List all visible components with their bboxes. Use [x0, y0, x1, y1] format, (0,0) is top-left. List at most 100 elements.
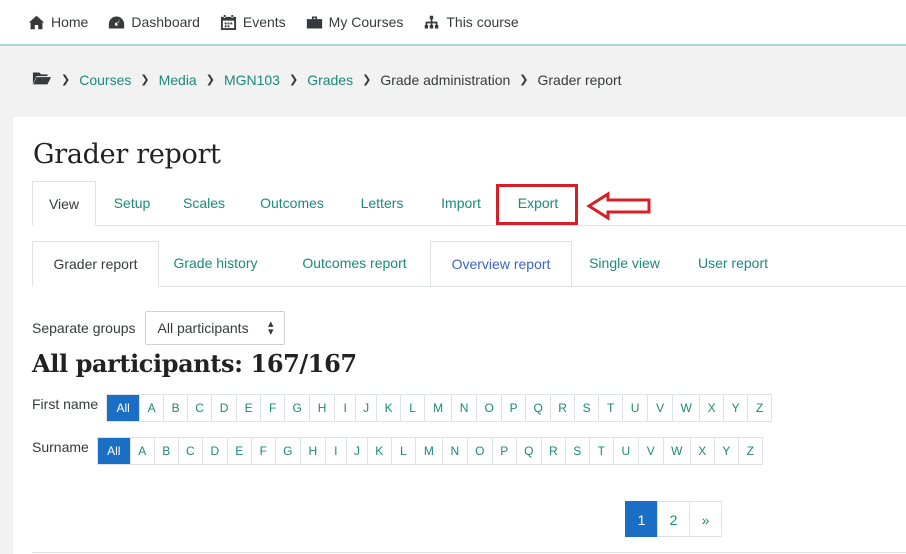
- surname-letter-j[interactable]: J: [345, 438, 367, 464]
- surname-letter-f[interactable]: F: [250, 438, 275, 464]
- firstname-letter-e[interactable]: E: [236, 395, 260, 421]
- firstname-letter-l[interactable]: L: [400, 395, 424, 421]
- firstname-letter-n[interactable]: N: [451, 395, 476, 421]
- firstname-letter-q[interactable]: Q: [525, 395, 550, 421]
- sort-caret-icon: ▴ ▾: [268, 318, 274, 338]
- nav-home[interactable]: Home: [28, 14, 88, 31]
- folder-open-icon: [32, 70, 52, 89]
- surname-letter-d[interactable]: D: [201, 438, 227, 464]
- firstname-letter-h[interactable]: H: [309, 395, 334, 421]
- sitemap-icon: [425, 15, 439, 28]
- firstname-letter-i[interactable]: I: [334, 395, 355, 421]
- surname-letter-s[interactable]: S: [564, 438, 589, 464]
- dashboard-icon: [109, 16, 125, 28]
- nav-dashboard-label: Dashboard: [131, 14, 200, 30]
- surname-letter-l[interactable]: L: [390, 438, 415, 464]
- page-1-button[interactable]: 1: [625, 501, 658, 537]
- firstname-letter-y[interactable]: Y: [723, 395, 747, 421]
- firstname-letter-x[interactable]: X: [699, 395, 723, 421]
- groups-select[interactable]: All participants ▴ ▾: [144, 311, 285, 345]
- tab-view[interactable]: View: [32, 181, 96, 226]
- surname-letter-o[interactable]: O: [466, 438, 492, 464]
- surname-letter-k[interactable]: K: [366, 438, 391, 464]
- breadcrumb-separator-icon: ❯: [205, 74, 215, 86]
- firstname-letter-m[interactable]: M: [424, 395, 451, 421]
- surname-letter-t[interactable]: T: [588, 438, 613, 464]
- surname-letter-q[interactable]: Q: [515, 438, 541, 464]
- surname-letter-n[interactable]: N: [441, 438, 467, 464]
- breadcrumb-grades[interactable]: Grades: [307, 72, 353, 88]
- firstname-letter-all[interactable]: All: [107, 395, 140, 421]
- tab-import[interactable]: Import: [430, 181, 492, 226]
- nav-home-label: Home: [51, 14, 89, 30]
- nav-events[interactable]: Events: [220, 14, 286, 31]
- breadcrumb-media[interactable]: Media: [159, 72, 197, 88]
- surname-letter-g[interactable]: G: [274, 438, 300, 464]
- firstname-letter-s[interactable]: S: [574, 395, 598, 421]
- surname-letter-x[interactable]: X: [689, 438, 714, 464]
- firstname-letter-j[interactable]: J: [355, 395, 376, 421]
- firstname-label: First name: [32, 396, 99, 412]
- tab-grade-history[interactable]: Grade history: [163, 241, 268, 287]
- tab-letters[interactable]: Letters: [350, 181, 414, 226]
- firstname-letter-p[interactable]: P: [501, 395, 525, 421]
- separate-groups-label: Separate groups: [32, 320, 136, 336]
- tab-grader-report[interactable]: Grader report: [32, 241, 159, 287]
- surname-letter-i[interactable]: I: [324, 438, 346, 464]
- firstname-letter-r[interactable]: R: [550, 395, 574, 421]
- nav-this-course-label: This course: [446, 14, 519, 30]
- surname-letter-p[interactable]: P: [491, 438, 516, 464]
- surname-initials-row: Surname All A B C D E F G H I J K L M N O P Q R S T U V W X Y Z: [32, 437, 763, 465]
- firstname-letter-b[interactable]: B: [163, 395, 187, 421]
- firstname-letter-w[interactable]: W: [672, 395, 699, 421]
- firstname-letter-o[interactable]: O: [476, 395, 501, 421]
- firstname-letter-t[interactable]: T: [598, 395, 622, 421]
- firstname-letter-a[interactable]: A: [139, 395, 163, 421]
- nav-this-course[interactable]: This course: [423, 14, 519, 31]
- tab-outcomes-report[interactable]: Outcomes report: [284, 241, 425, 287]
- tab-scales[interactable]: Scales: [172, 181, 236, 226]
- breadcrumb-grade-administration: Grade administration: [380, 71, 511, 88]
- surname-letter-h[interactable]: H: [299, 438, 325, 464]
- surname-letter-c[interactable]: C: [177, 438, 202, 464]
- next-page-button[interactable]: »: [689, 501, 722, 537]
- surname-letter-a[interactable]: A: [129, 438, 154, 464]
- firstname-letter-bar: All A B C D E F G H I J K L M N O P Q R S T U V W X Y Z: [106, 394, 773, 422]
- firstname-letter-d[interactable]: D: [211, 395, 236, 421]
- breadcrumb-courses[interactable]: Courses: [79, 72, 131, 88]
- tab-setup[interactable]: Setup: [100, 181, 164, 226]
- nav-dashboard[interactable]: Dashboard: [108, 14, 200, 31]
- breadcrumb-course[interactable]: MGN103: [224, 72, 280, 88]
- firstname-letter-g[interactable]: G: [284, 395, 309, 421]
- firstname-letter-c[interactable]: C: [187, 395, 211, 421]
- surname-letter-u[interactable]: U: [612, 438, 638, 464]
- nav-my-courses[interactable]: My Courses: [306, 14, 403, 31]
- page-2-button[interactable]: 2: [657, 501, 690, 537]
- firstname-letter-k[interactable]: K: [376, 395, 400, 421]
- firstname-letter-v[interactable]: V: [647, 395, 672, 421]
- surname-letter-w[interactable]: W: [662, 438, 690, 464]
- surname-letter-y[interactable]: Y: [713, 438, 738, 464]
- surname-letter-e[interactable]: E: [226, 438, 251, 464]
- export-highlight-box: [496, 184, 578, 225]
- surname-letter-all[interactable]: All: [97, 438, 130, 464]
- firstname-letter-f[interactable]: F: [260, 395, 284, 421]
- calendar-icon: [220, 14, 236, 30]
- tab-user-report[interactable]: User report: [684, 241, 782, 287]
- surname-letter-v[interactable]: V: [637, 438, 663, 464]
- separate-groups: Separate groups All participants ▴ ▾: [32, 311, 285, 345]
- surname-letter-z[interactable]: Z: [737, 438, 762, 464]
- secondary-tabs: Grader report Grade history Outcomes rep…: [32, 241, 906, 287]
- firstname-letter-z[interactable]: Z: [747, 395, 771, 421]
- tab-overview-report[interactable]: Overview report: [430, 241, 572, 287]
- firstname-letter-u[interactable]: U: [622, 395, 647, 421]
- main-content: Grader report View Setup Scales Outcomes…: [13, 117, 906, 554]
- briefcase-icon: [306, 16, 322, 28]
- tab-single-view[interactable]: Single view: [578, 241, 671, 287]
- tab-outcomes[interactable]: Outcomes: [246, 181, 338, 226]
- surname-letter-b[interactable]: B: [153, 438, 178, 464]
- page-title: Grader report: [33, 139, 221, 170]
- breadcrumb-separator-icon: ❯: [61, 74, 71, 86]
- surname-letter-m[interactable]: M: [414, 438, 442, 464]
- surname-letter-r[interactable]: R: [540, 438, 565, 464]
